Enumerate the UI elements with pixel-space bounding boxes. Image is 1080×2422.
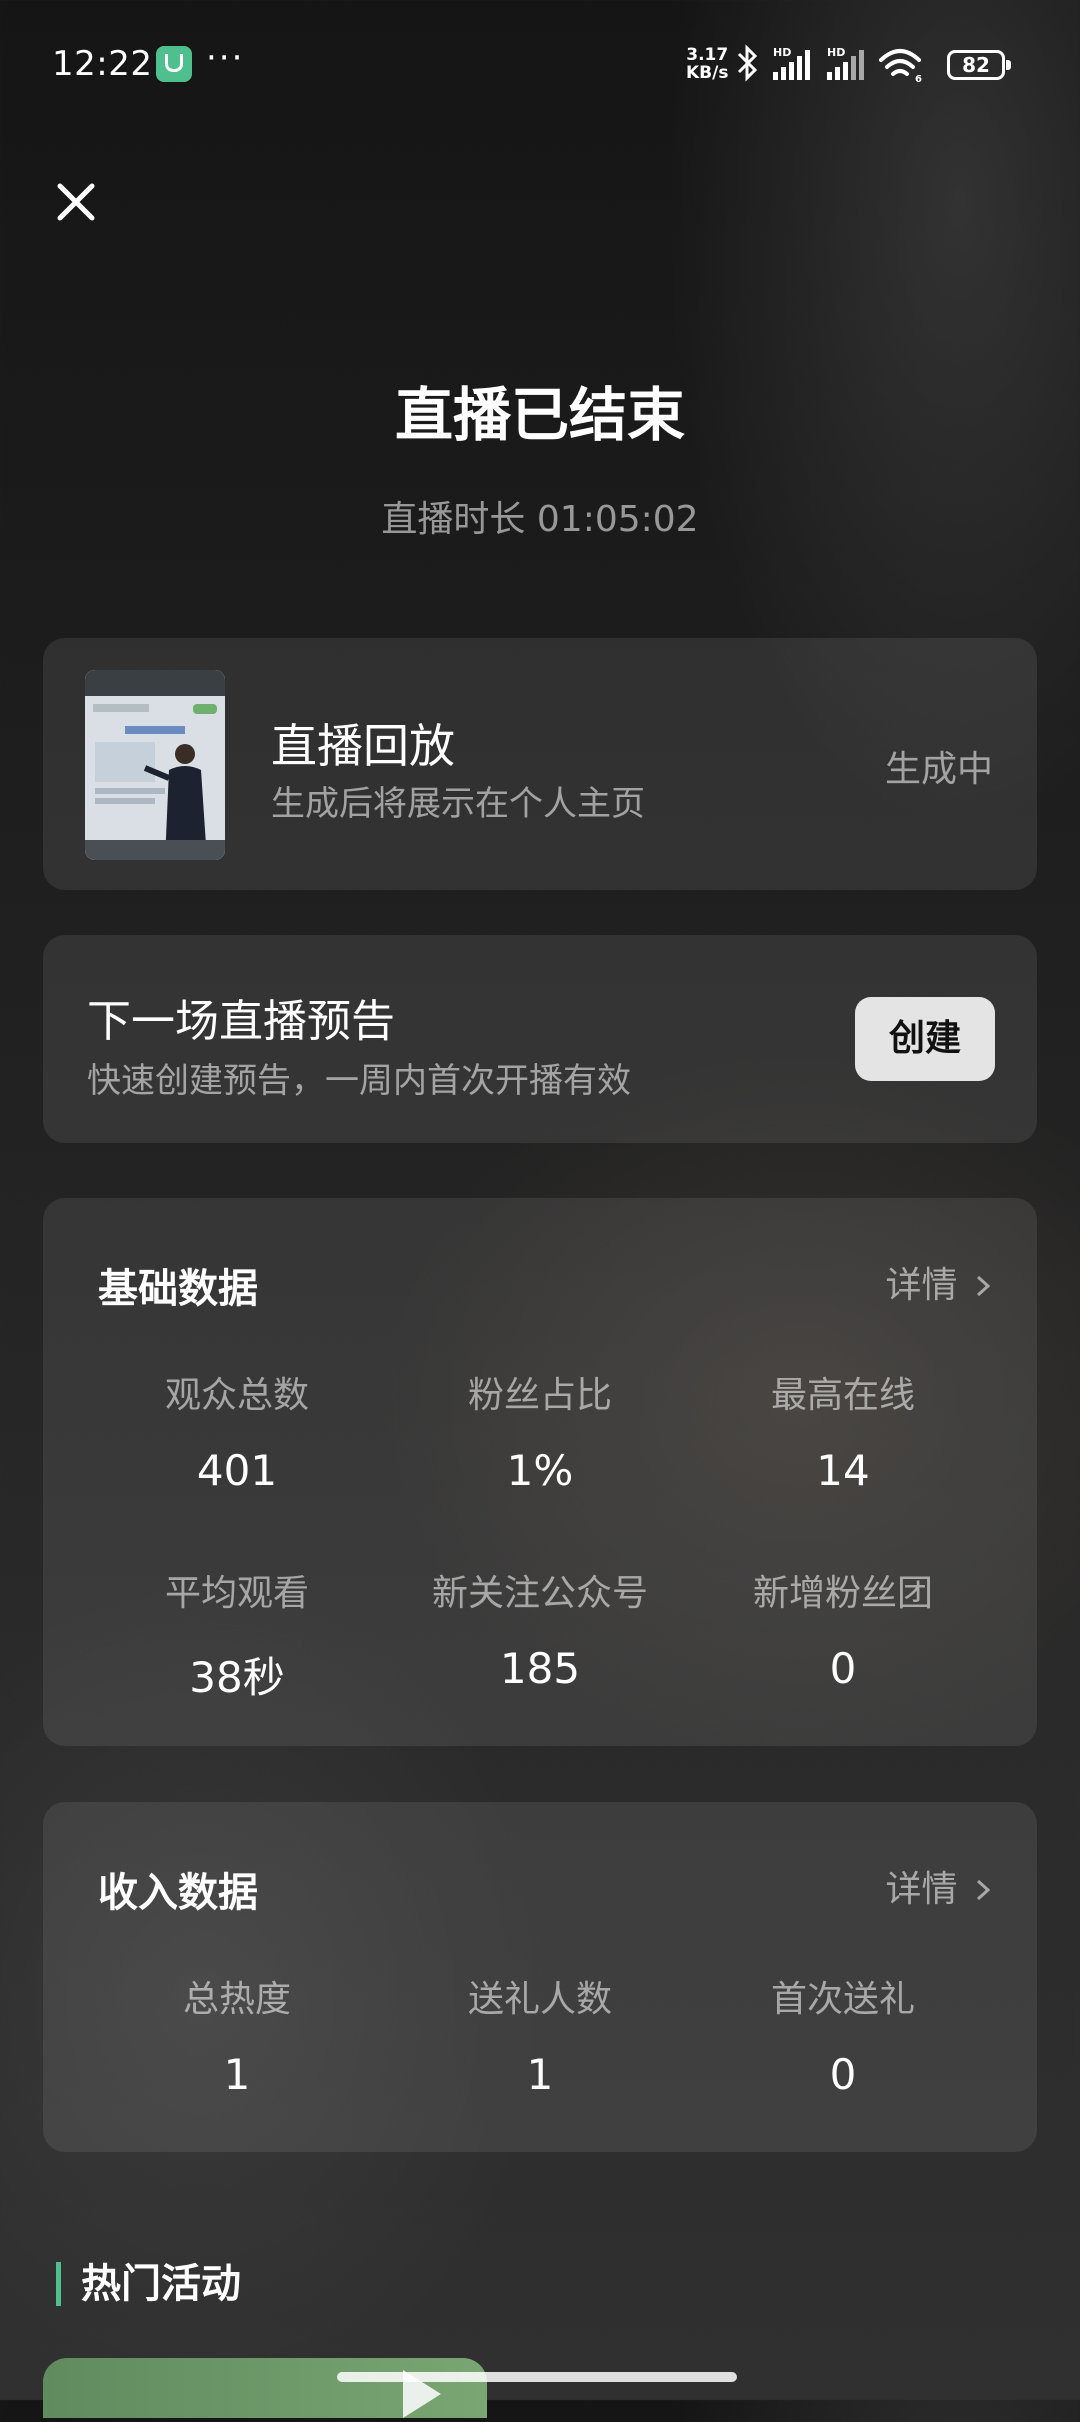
stat-label: 首次送礼 bbox=[770, 1979, 915, 2020]
duration-value: 01:05:02 bbox=[536, 499, 699, 540]
stat-label: 总热度 bbox=[182, 1979, 291, 2020]
stat-label: 新增粉丝团 bbox=[752, 1573, 933, 1614]
duration-label: 直播时长 bbox=[381, 499, 526, 540]
chevron-right-icon bbox=[976, 1275, 991, 1297]
stat-value: 401 bbox=[196, 1446, 278, 1495]
home-indicator[interactable] bbox=[337, 2372, 737, 2382]
app-notification-icon bbox=[156, 46, 192, 82]
basic-stats-title: 基础数据 bbox=[98, 1266, 258, 1312]
preview-title: 下一场直播预告 bbox=[87, 996, 395, 1047]
play-icon bbox=[403, 2370, 441, 2418]
income-stats-card: 收入数据 详情 总热度 1 送礼人数 1 首次送礼 0 bbox=[43, 1802, 1037, 2152]
hot-activities-heading: 热门活动 bbox=[56, 2262, 241, 2306]
replay-status: 生成中 bbox=[884, 749, 993, 790]
stat-fan-ratio: 粉丝占比 1% bbox=[390, 1366, 690, 1495]
more-notifications-icon: ··· bbox=[206, 38, 245, 78]
stat-total-heat: 总热度 1 bbox=[87, 1970, 387, 2099]
wifi-badge: 6 bbox=[915, 74, 922, 84]
stat-peak-online: 最高在线 14 bbox=[693, 1366, 993, 1495]
chevron-right-icon bbox=[976, 1879, 991, 1901]
detail-label: 详情 bbox=[885, 1265, 958, 1306]
bluetooth-icon bbox=[737, 44, 758, 82]
stat-avg-watch: 平均观看 38秒 bbox=[87, 1564, 387, 1705]
next-live-preview-card: 下一场直播预告 快速创建预告，一周内首次开播有效 创建 bbox=[43, 935, 1037, 1143]
network-speed-unit: KB/s bbox=[686, 63, 729, 83]
stat-value: 1 bbox=[223, 2050, 251, 2099]
close-button[interactable] bbox=[48, 174, 104, 230]
stat-label: 新关注公众号 bbox=[431, 1573, 648, 1614]
signal-hd-label-2: HD bbox=[827, 46, 845, 59]
network-speed-value: 3.17 bbox=[686, 45, 729, 65]
replay-thumbnail-image bbox=[85, 670, 225, 860]
battery-indicator: 82 bbox=[947, 50, 1011, 80]
basic-stats-card: 基础数据 详情 观众总数 401 粉丝占比 1% 最高在线 14 平均观看 38… bbox=[43, 1198, 1037, 1746]
stat-value: 0 bbox=[829, 1644, 857, 1693]
stat-value: 1% bbox=[506, 1446, 574, 1495]
replay-thumbnail bbox=[85, 670, 225, 860]
activity-banner[interactable] bbox=[43, 2358, 487, 2418]
status-bar: 12:22 ··· 3.17 KB/s HD HD 6 82 bbox=[0, 0, 1080, 130]
close-icon bbox=[57, 183, 95, 221]
income-stats-title: 收入数据 bbox=[98, 1870, 258, 1916]
stat-label: 平均观看 bbox=[164, 1573, 309, 1614]
stat-value: 38秒 bbox=[189, 1653, 285, 1702]
basic-stats-detail-link[interactable]: 详情 bbox=[886, 1256, 993, 1308]
stat-new-follows: 新关注公众号 185 bbox=[390, 1564, 690, 1693]
replay-card[interactable]: 直播回放 生成后将展示在个人主页 生成中 bbox=[43, 638, 1037, 890]
network-speed: 3.17 KB/s bbox=[686, 46, 728, 82]
stat-new-fan-club: 新增粉丝团 0 bbox=[693, 1564, 993, 1693]
signal-hd-label-1: HD bbox=[773, 46, 791, 59]
stat-value: 1 bbox=[526, 2050, 554, 2099]
income-stats-detail-link[interactable]: 详情 bbox=[886, 1860, 993, 1912]
stat-label: 观众总数 bbox=[164, 1375, 309, 1416]
page-title: 直播已结束 bbox=[394, 381, 685, 449]
detail-label: 详情 bbox=[885, 1869, 958, 1910]
stat-total-viewers: 观众总数 401 bbox=[87, 1366, 387, 1495]
wifi-icon bbox=[879, 49, 921, 76]
stat-label: 最高在线 bbox=[770, 1375, 915, 1416]
preview-subtitle: 快速创建预告，一周内首次开播有效 bbox=[87, 1061, 631, 1101]
replay-title: 直播回放 bbox=[271, 719, 455, 773]
stat-gift-senders: 送礼人数 1 bbox=[390, 1970, 690, 2099]
create-preview-button[interactable]: 创建 bbox=[855, 997, 995, 1081]
stat-value: 14 bbox=[816, 1446, 870, 1495]
live-duration: 直播时长 01:05:02 bbox=[0, 490, 1080, 542]
status-time: 12:22 bbox=[52, 44, 153, 84]
stat-value: 0 bbox=[829, 2050, 857, 2099]
stat-value: 185 bbox=[499, 1644, 581, 1693]
stat-first-gift: 首次送礼 0 bbox=[693, 1970, 993, 2099]
stat-label: 粉丝占比 bbox=[467, 1375, 612, 1416]
stat-label: 送礼人数 bbox=[467, 1979, 612, 2020]
replay-subtitle: 生成后将展示在个人主页 bbox=[271, 784, 645, 824]
